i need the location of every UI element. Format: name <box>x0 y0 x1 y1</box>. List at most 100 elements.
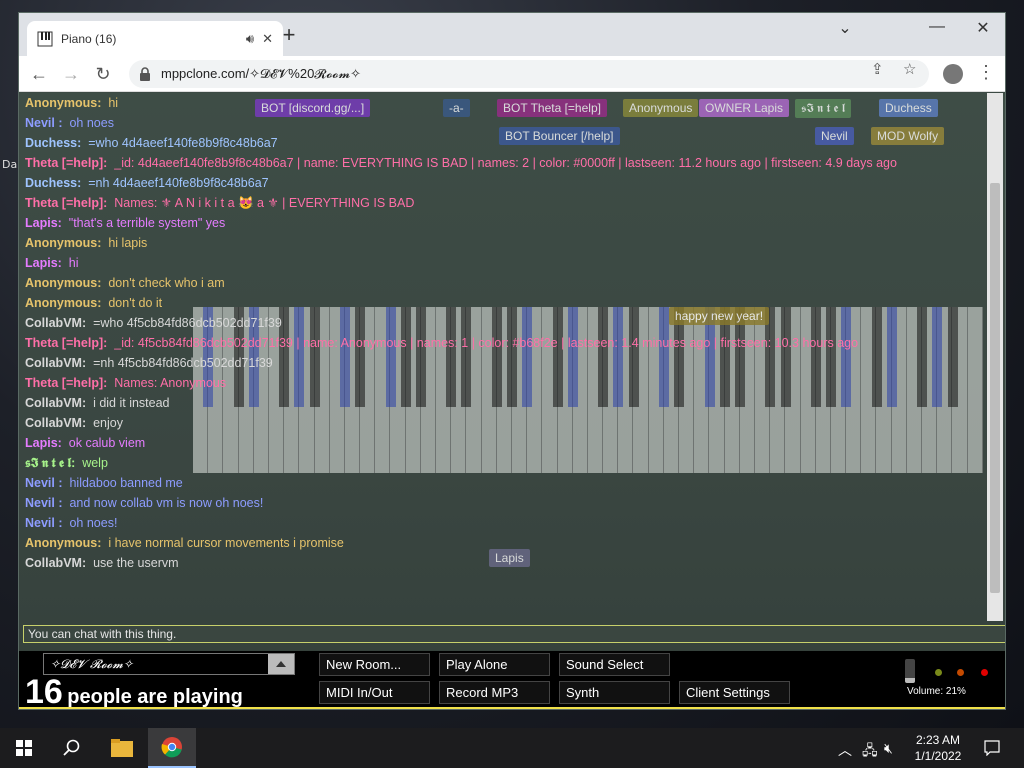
reload-icon[interactable]: ↻ <box>91 62 115 86</box>
chat-message: Anonymous: i have normal cursor movement… <box>25 533 983 553</box>
chat-text: i have normal cursor movements i promise <box>108 536 344 550</box>
chat-author[interactable]: 𝖘𝕴 𝖓 𝖙 𝖊 𝖑: <box>25 456 82 470</box>
volume-slider[interactable] <box>905 659 915 683</box>
record-mp3-button[interactable]: Record MP3 <box>439 681 550 704</box>
chat-author[interactable]: Anonymous: <box>25 296 108 310</box>
chat-author[interactable]: Nevil : <box>25 116 69 130</box>
chat-author[interactable]: Lapis: <box>25 436 69 450</box>
chat-text: Names: Anonymous <box>114 376 227 390</box>
title-bar: Piano (16) 🔊︎ ✕ + ⌄ — ✕ <box>19 13 1005 56</box>
system-clock[interactable]: 2:23 AM 1/1/2022 <box>900 732 976 764</box>
chat-author[interactable]: Lapis: <box>25 256 69 270</box>
speaker-icon[interactable]: 🔊︎ <box>246 31 254 47</box>
chat-author[interactable]: Duchess: <box>25 176 88 190</box>
chat-author[interactable]: Anonymous: <box>25 236 108 250</box>
chat-author[interactable]: CollabVM: <box>25 316 93 330</box>
forward-arrow-icon[interactable]: → <box>59 62 83 86</box>
clock-time: 2:23 AM <box>915 733 961 747</box>
network-icon[interactable]: 🖧︎ <box>862 740 878 764</box>
chat-text: and now collab vm is now oh noes! <box>69 496 264 510</box>
chat-author[interactable]: CollabVM: <box>25 556 93 570</box>
tab-search-icon[interactable]: ⌄ <box>825 18 865 38</box>
url-text: mppclone.com/✧𝓓𝓔𝓥%20𝓡𝓸𝓸𝓶✧ <box>161 66 362 81</box>
chat-author[interactable]: Theta [=help]: <box>25 376 114 390</box>
chrome-icon[interactable] <box>148 728 196 768</box>
bottom-strip <box>19 707 1005 709</box>
chat-author[interactable]: Nevil : <box>25 476 69 490</box>
chat-author[interactable]: Theta [=help]: <box>25 156 114 170</box>
chat-scrollbar[interactable] <box>987 93 1003 621</box>
notifications-icon[interactable] <box>984 740 1000 759</box>
chat-author[interactable]: CollabVM: <box>25 416 93 430</box>
chat-message: CollabVM: use the uservm <box>25 553 983 573</box>
browser-window: Piano (16) 🔊︎ ✕ + ⌄ — ✕ ← → ↻ mppclone.c… <box>18 12 1006 710</box>
scrollbar-thumb[interactable] <box>990 183 1000 593</box>
profile-avatar-icon[interactable] <box>943 64 963 84</box>
status-led-green-icon <box>935 669 942 676</box>
play-alone-button[interactable]: Play Alone <box>439 653 550 676</box>
lock-icon <box>140 67 150 81</box>
chat-message: Nevil : and now collab vm is now oh noes… <box>25 493 983 513</box>
chat-message: CollabVM: enjoy <box>25 413 983 433</box>
chat-message: 𝖘𝕴 𝖓 𝖙 𝖊 𝖑: welp <box>25 453 983 473</box>
chat-message: Anonymous: don't do it <box>25 293 983 313</box>
chat-author[interactable]: CollabVM: <box>25 356 93 370</box>
chat-log: Anonymous: hi Nevil : oh noes Duchess: =wh… <box>25 93 983 573</box>
chevron-up-icon[interactable] <box>268 654 294 674</box>
chat-author[interactable]: Duchess: <box>25 136 88 150</box>
sound-select-button[interactable]: Sound Select <box>559 653 670 676</box>
tray-chevron-up-icon[interactable]: ︿ <box>838 740 852 760</box>
taskbar: ︿ 🖧︎ 🔇︎ 2:23 AM 1/1/2022 <box>0 728 1024 768</box>
chat-text: hi <box>68 256 79 270</box>
chat-message: Theta [=help]: _id: 4d4aeef140fe8b9f8c48… <box>25 153 983 173</box>
chat-message: Theta [=help]: Names: Anonymous <box>25 373 983 393</box>
address-bar[interactable]: mppclone.com/✧𝓓𝓔𝓥%20𝓡𝓸𝓸𝓶✧ <box>129 60 929 88</box>
menu-dots-icon[interactable]: ⋮ <box>977 62 995 83</box>
room-name: ✧𝓓𝓔𝓥 𝓡𝓸𝓸𝓶✧ <box>50 657 134 671</box>
chat-text: enjoy <box>93 416 123 430</box>
chat-message: CollabVM: =who 4f5cb84fd86dcb502dd71f39 <box>25 313 983 333</box>
chat-input[interactable]: You can chat with this thing. <box>23 625 1005 643</box>
minimize-button[interactable]: — <box>917 18 957 36</box>
chat-text: =who 4f5cb84fd86dcb502dd71f39 <box>93 316 282 330</box>
close-window-button[interactable]: ✕ <box>963 18 1003 38</box>
chat-author[interactable]: Nevil : <box>25 516 69 530</box>
client-settings-button[interactable]: Client Settings <box>679 681 790 704</box>
chat-author[interactable]: Nevil : <box>25 496 69 510</box>
chat-message: Lapis: ok calub viem <box>25 433 983 453</box>
chat-message: CollabVM: i did it instead <box>25 393 983 413</box>
synth-button[interactable]: Synth <box>559 681 670 704</box>
chat-author[interactable]: CollabVM: <box>25 396 93 410</box>
close-tab-icon[interactable]: ✕ <box>262 31 273 47</box>
bookmark-star-icon[interactable]: ☆ <box>903 60 916 78</box>
room-selector[interactable]: ✧𝓓𝓔𝓥 𝓡𝓸𝓸𝓶✧ <box>43 653 295 675</box>
chat-text: =who 4d4aeef140fe8b9f8c48b6a7 <box>88 136 278 150</box>
volume-control[interactable]: Volume: 21% <box>905 657 1000 707</box>
chat-text: don't check who i am <box>108 276 225 290</box>
chat-author[interactable]: Anonymous: <box>25 276 108 290</box>
desktop-icon-label: Da <box>2 158 18 171</box>
file-explorer-icon[interactable] <box>98 728 146 768</box>
new-tab-button[interactable]: + <box>277 24 301 48</box>
chat-message: Anonymous: don't check who i am <box>25 273 983 293</box>
chat-author[interactable]: Anonymous: <box>25 536 108 550</box>
chat-author[interactable]: Theta [=help]: <box>25 196 114 210</box>
back-arrow-icon[interactable]: ← <box>27 62 51 86</box>
chat-author[interactable]: Anonymous: <box>25 96 108 110</box>
chat-text: Names: ⚜ A N i k i t a 😻 a ⚜ | EVERYTHIN… <box>114 196 415 210</box>
chat-message: Lapis: "that's a terrible system" yes <box>25 213 983 233</box>
search-icon[interactable] <box>48 728 96 768</box>
clock-date: 1/1/2022 <box>914 749 962 763</box>
chat-text: _id: 4f5cb84fd86dcb502dd71f39 | name: An… <box>114 336 859 350</box>
chat-author[interactable]: Theta [=help]: <box>25 336 114 350</box>
chat-text: hi <box>108 96 119 110</box>
chat-text: hildaboo banned me <box>69 476 183 490</box>
chat-author[interactable]: Lapis: <box>25 216 69 230</box>
chat-text: ok calub viem <box>68 436 146 450</box>
volume-muted-icon[interactable]: 🔇︎ <box>884 740 893 757</box>
windows-start-icon[interactable] <box>0 728 48 768</box>
share-icon[interactable]: ⇪ <box>871 60 884 78</box>
new-room-button[interactable]: New Room... <box>319 653 430 676</box>
midi-button[interactable]: MIDI In/Out <box>319 681 430 704</box>
browser-tab[interactable]: Piano (16) 🔊︎ ✕ <box>27 21 283 56</box>
